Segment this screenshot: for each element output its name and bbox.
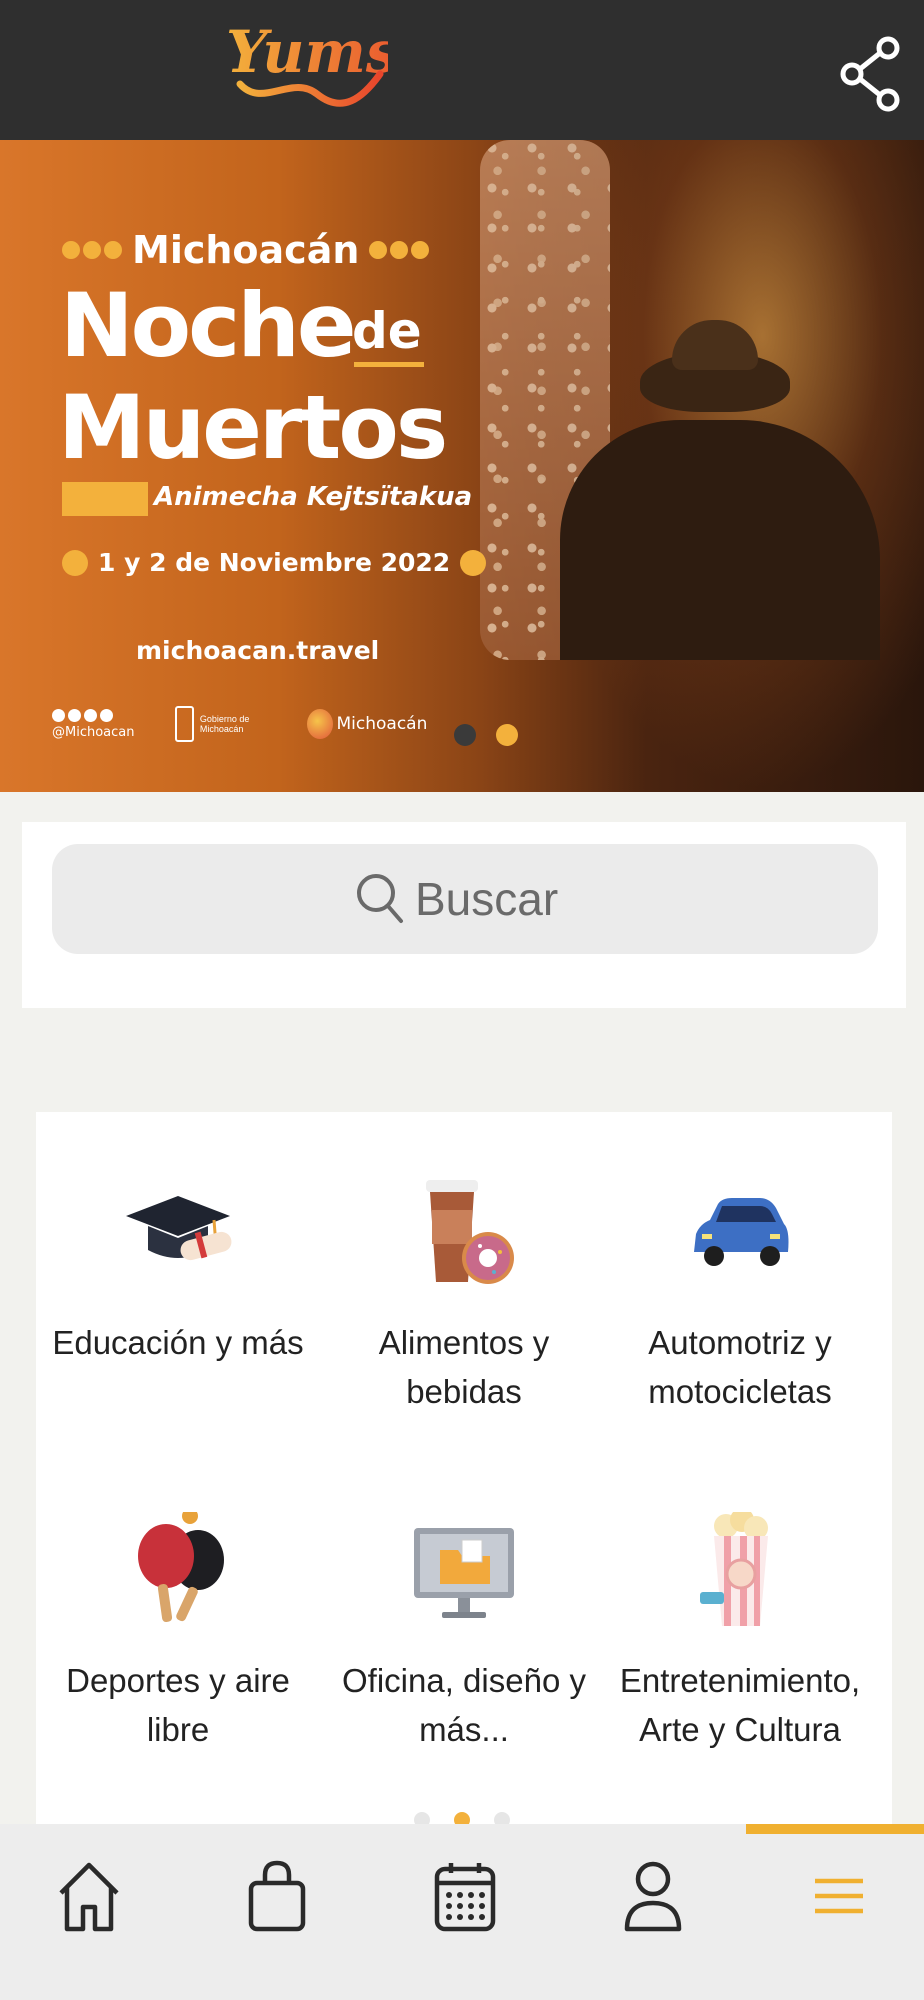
- computer-folder-icon: [404, 1512, 524, 1632]
- government-seal-icon: [174, 706, 194, 742]
- banner-carousel-indicator: [454, 724, 518, 746]
- michoacan-brand-logo: Michoacán: [306, 709, 428, 739]
- graduation-cap-icon: [118, 1174, 238, 1294]
- government-logo: Gobierno de Michoacán: [174, 706, 267, 742]
- social-handle-text: @Michoacan: [52, 724, 135, 740]
- banner-title-underline: [354, 362, 424, 367]
- menu-icon: [815, 1878, 863, 1914]
- nav-menu[interactable]: [804, 1858, 874, 1934]
- category-label: Deportes y aire libre: [66, 1662, 290, 1748]
- banner-person-silhouette: [560, 420, 880, 660]
- category-automotriz[interactable]: Automotriz y motocicletas: [600, 1174, 880, 1416]
- category-label: Entretenimiento, Arte y Cultura: [619, 1662, 861, 1748]
- banner-region-title: Michoacán: [62, 228, 430, 272]
- balloon-icon: [306, 709, 333, 739]
- carousel-dot-2-active[interactable]: [496, 724, 518, 746]
- banner-footer-logos: @Michoacan Gobierno de Michoacán Michoac…: [52, 706, 427, 742]
- nav-active-indicator: [746, 1824, 924, 1834]
- category-oficina[interactable]: Oficina, diseño y más...: [324, 1512, 604, 1754]
- logo-text: Yumsy: [226, 18, 388, 86]
- search-bar[interactable]: [52, 844, 878, 954]
- share-button[interactable]: [838, 34, 904, 114]
- marigold-decoration-left: [62, 241, 122, 259]
- banner-dates: 1 y 2 de Noviembre 2022: [62, 548, 487, 577]
- marigold-icon: [460, 549, 487, 576]
- nav-shop[interactable]: [242, 1858, 312, 1934]
- coffee-donut-icon: [404, 1174, 524, 1294]
- nav-calendar[interactable]: [430, 1858, 500, 1934]
- nav-home[interactable]: [54, 1858, 124, 1934]
- calendar-icon: [434, 1863, 496, 1932]
- marigold-decoration-right: [369, 241, 430, 259]
- nav-profile[interactable]: [618, 1858, 688, 1934]
- categories-grid: Educación y más Alimentos y bebidas Auto…: [36, 1112, 892, 1832]
- banner-region-text: Michoacán: [132, 228, 360, 272]
- popcorn-icon: [680, 1508, 800, 1632]
- search-icon: [357, 874, 403, 923]
- category-educacion[interactable]: Educación y más: [38, 1174, 318, 1367]
- carousel-dot-1[interactable]: [454, 724, 476, 746]
- share-icon: [840, 36, 900, 112]
- banner-title-line2: Muertos: [58, 376, 448, 479]
- marigold-icon: [62, 549, 88, 576]
- banner-accent-block: [62, 482, 148, 516]
- search-section: [22, 822, 906, 1008]
- social-icons: [52, 708, 135, 722]
- app-header: Yumsy: [0, 0, 924, 140]
- yumsy-logo[interactable]: Yumsy: [222, 14, 388, 114]
- user-icon: [624, 1861, 682, 1932]
- banner-website: michoacan.travel: [136, 636, 380, 665]
- government-logo-text: Gobierno de Michoacán: [199, 714, 250, 734]
- home-icon: [59, 1862, 119, 1932]
- category-label: Alimentos y bebidas: [378, 1324, 550, 1410]
- category-label: Automotriz y motocicletas: [648, 1324, 832, 1410]
- banner-subtitle: Animecha Kejtsïtakua: [154, 482, 473, 512]
- shopping-bag-icon: [248, 1860, 306, 1932]
- banner-title-line1: Noche: [60, 274, 357, 377]
- banner-dates-text: 1 y 2 de Noviembre 2022: [98, 548, 451, 577]
- category-label: Educación y más: [52, 1324, 304, 1361]
- car-icon: [680, 1174, 800, 1294]
- category-entretenimiento[interactable]: Entretenimiento, Arte y Cultura: [600, 1508, 880, 1754]
- category-deportes[interactable]: Deportes y aire libre: [38, 1508, 318, 1754]
- social-handle: @Michoacan: [52, 708, 135, 740]
- michoacan-brand-text: Michoacán: [336, 714, 428, 734]
- banner-title-de: de: [352, 302, 422, 360]
- category-label: Oficina, diseño y más...: [342, 1662, 586, 1748]
- category-alimentos[interactable]: Alimentos y bebidas: [324, 1174, 604, 1416]
- logo-graphic: Yumsy: [226, 18, 388, 107]
- search-input[interactable]: [415, 872, 575, 926]
- ping-pong-icon: [118, 1508, 238, 1632]
